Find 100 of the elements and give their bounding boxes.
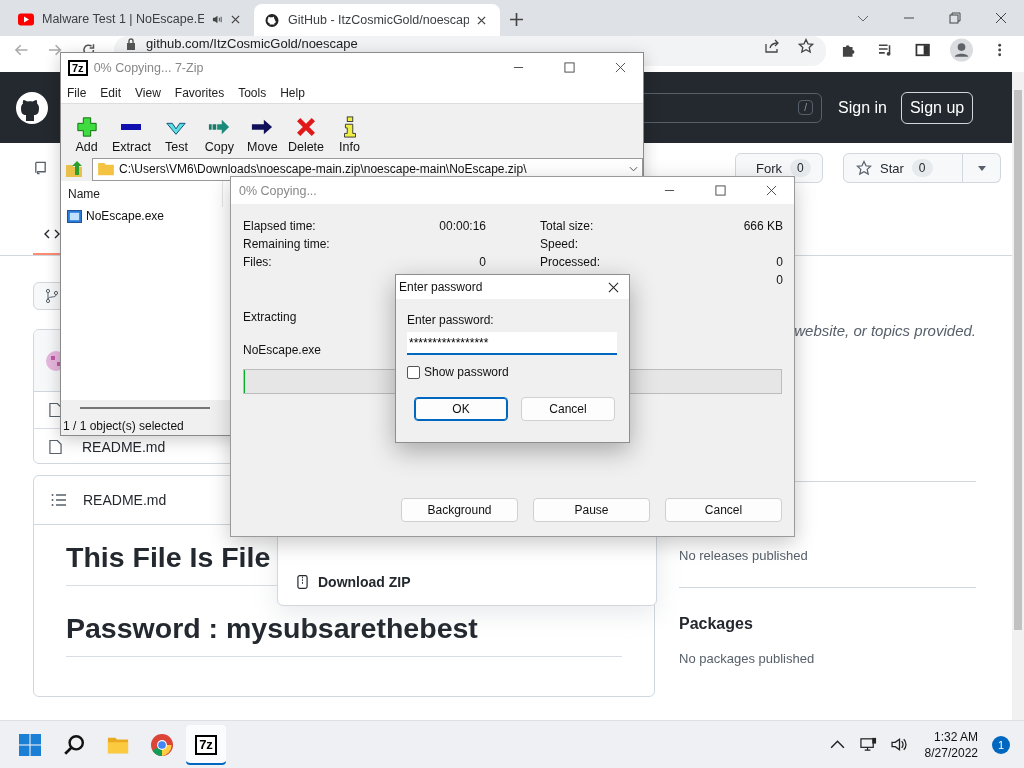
clock-date: 8/27/2022	[924, 744, 978, 761]
stat-label: Remaining time:	[243, 237, 330, 251]
close-icon[interactable]	[995, 12, 1007, 24]
file-link[interactable]: README.md	[82, 439, 166, 455]
stat-value: 0	[776, 255, 783, 269]
app-icon: 7z	[68, 59, 88, 76]
toolbar-button[interactable]: Copy	[197, 116, 241, 154]
share-icon[interactable]	[763, 38, 780, 54]
octocat-icon	[264, 13, 280, 27]
dialog-button[interactable]: Pause	[533, 498, 650, 522]
window-title: 0% Copying...	[239, 183, 317, 198]
star-icon[interactable]	[797, 38, 814, 54]
play-icon	[18, 12, 34, 26]
maximize-icon[interactable]	[564, 62, 575, 73]
branch-icon	[44, 288, 60, 304]
clock[interactable]: 1:32 AM 8/27/2022	[924, 728, 978, 761]
menu-item[interactable]: Help	[280, 85, 305, 100]
close-icon[interactable]	[615, 62, 626, 73]
restore-icon[interactable]	[949, 12, 961, 24]
star-count: 0	[911, 159, 933, 177]
stat-label: Processed:	[540, 255, 601, 269]
delete-icon	[294, 116, 317, 138]
minus-icon	[120, 124, 143, 130]
shortcut-key: /	[798, 100, 813, 115]
profile-icon[interactable]	[949, 38, 973, 62]
menu-item[interactable]: Favorites	[174, 85, 225, 100]
file-icon	[49, 439, 62, 455]
search-icon	[63, 733, 85, 756]
star-button[interactable]: Star 0	[843, 153, 963, 183]
caret-icon	[977, 165, 986, 171]
browser-tab[interactable]: GitHub - ItzCosmicGold/noescap	[254, 4, 500, 36]
plus-icon[interactable]	[510, 13, 523, 26]
toolbar-button[interactable]: Add	[65, 116, 108, 154]
chrome-icon	[151, 733, 173, 756]
stat-value: 0	[479, 255, 486, 269]
sign-in-link[interactable]: Sign in	[838, 98, 887, 117]
notification-badge[interactable]: 1	[992, 735, 1010, 754]
folder-up-icon[interactable]	[64, 159, 84, 179]
dialog-button[interactable]: Background	[401, 498, 518, 522]
folder-icon	[97, 162, 115, 176]
clock-time: 1:32 AM	[933, 728, 978, 745]
field-label: Enter password:	[407, 313, 495, 327]
dialog-title: Enter password	[399, 280, 483, 294]
close-icon[interactable]	[608, 281, 619, 293]
close-icon[interactable]	[766, 185, 777, 196]
stat-label: Elapsed time:	[243, 219, 316, 233]
fork-count: 0	[790, 159, 811, 177]
taskbar-app[interactable]: 7z	[186, 724, 226, 765]
lock-icon	[126, 38, 137, 50]
password-field[interactable]: *****************	[407, 332, 617, 355]
stat-value: 666 KB	[743, 219, 783, 233]
maximize-icon[interactable]	[715, 185, 726, 196]
chevron-down-icon[interactable]	[629, 166, 638, 172]
volume-icon[interactable]	[890, 736, 908, 753]
readme-title: README.md	[83, 492, 167, 508]
file-name: NoEscape.exe	[243, 343, 322, 357]
packages-heading: Packages	[679, 615, 754, 633]
octocat-icon[interactable]	[16, 91, 48, 124]
show-password-checkbox[interactable]: Show password	[407, 365, 509, 379]
toolbar-button[interactable]: Test	[154, 116, 198, 154]
menu-item[interactable]: Tools	[238, 85, 267, 100]
speaker-icon[interactable]	[212, 13, 223, 25]
list-row[interactable]: NoEscape.exe	[61, 207, 167, 225]
forward-icon[interactable]	[47, 42, 63, 58]
about-text: website, or topics provided.	[793, 322, 976, 339]
readme-heading: Password : mysubsarethebest	[66, 608, 622, 657]
toolbar-button[interactable]: Info	[328, 116, 372, 154]
sidebar-icon[interactable]	[915, 42, 931, 58]
stat-value: 0	[776, 273, 783, 287]
program-icon	[67, 209, 82, 223]
menu-item[interactable]: File	[67, 85, 87, 100]
file-icon	[49, 402, 62, 418]
plus-icon	[75, 116, 98, 138]
stat-label: Total size:	[540, 219, 594, 233]
dialog-button[interactable]: Cancel	[521, 397, 615, 421]
column-header[interactable]: Name	[68, 187, 100, 201]
star-icon	[856, 160, 872, 176]
repo-icon	[33, 160, 48, 176]
dialog-button[interactable]: OK	[414, 397, 508, 421]
close-icon[interactable]	[477, 15, 486, 25]
releases-text: No releases published	[679, 548, 809, 563]
app-icon: 7z	[195, 734, 217, 755]
dialog-button[interactable]: Cancel	[665, 498, 782, 522]
toolbar-button[interactable]: Move	[240, 116, 284, 154]
stat-value: 00:00:16	[439, 219, 486, 233]
toolbar-button[interactable]: Extract	[108, 116, 155, 154]
action-text: Extracting	[243, 310, 297, 324]
close-icon[interactable]	[231, 14, 240, 24]
menu-item[interactable]: Edit	[100, 85, 122, 100]
network-icon[interactable]	[859, 736, 877, 753]
puzzle-icon[interactable]	[840, 42, 856, 58]
windows-icon	[19, 733, 41, 756]
status-text: 1 / 1 object(s) selected	[63, 418, 184, 433]
sign-up-button[interactable]: Sign up	[900, 91, 974, 124]
toolbar-button[interactable]: Delete	[283, 116, 329, 154]
scrollbar[interactable]	[1012, 72, 1024, 720]
menu-item[interactable]: View	[135, 85, 161, 100]
stat-label: Files:	[243, 255, 272, 269]
zip-icon	[297, 574, 308, 590]
list-icon[interactable]	[51, 492, 67, 508]
